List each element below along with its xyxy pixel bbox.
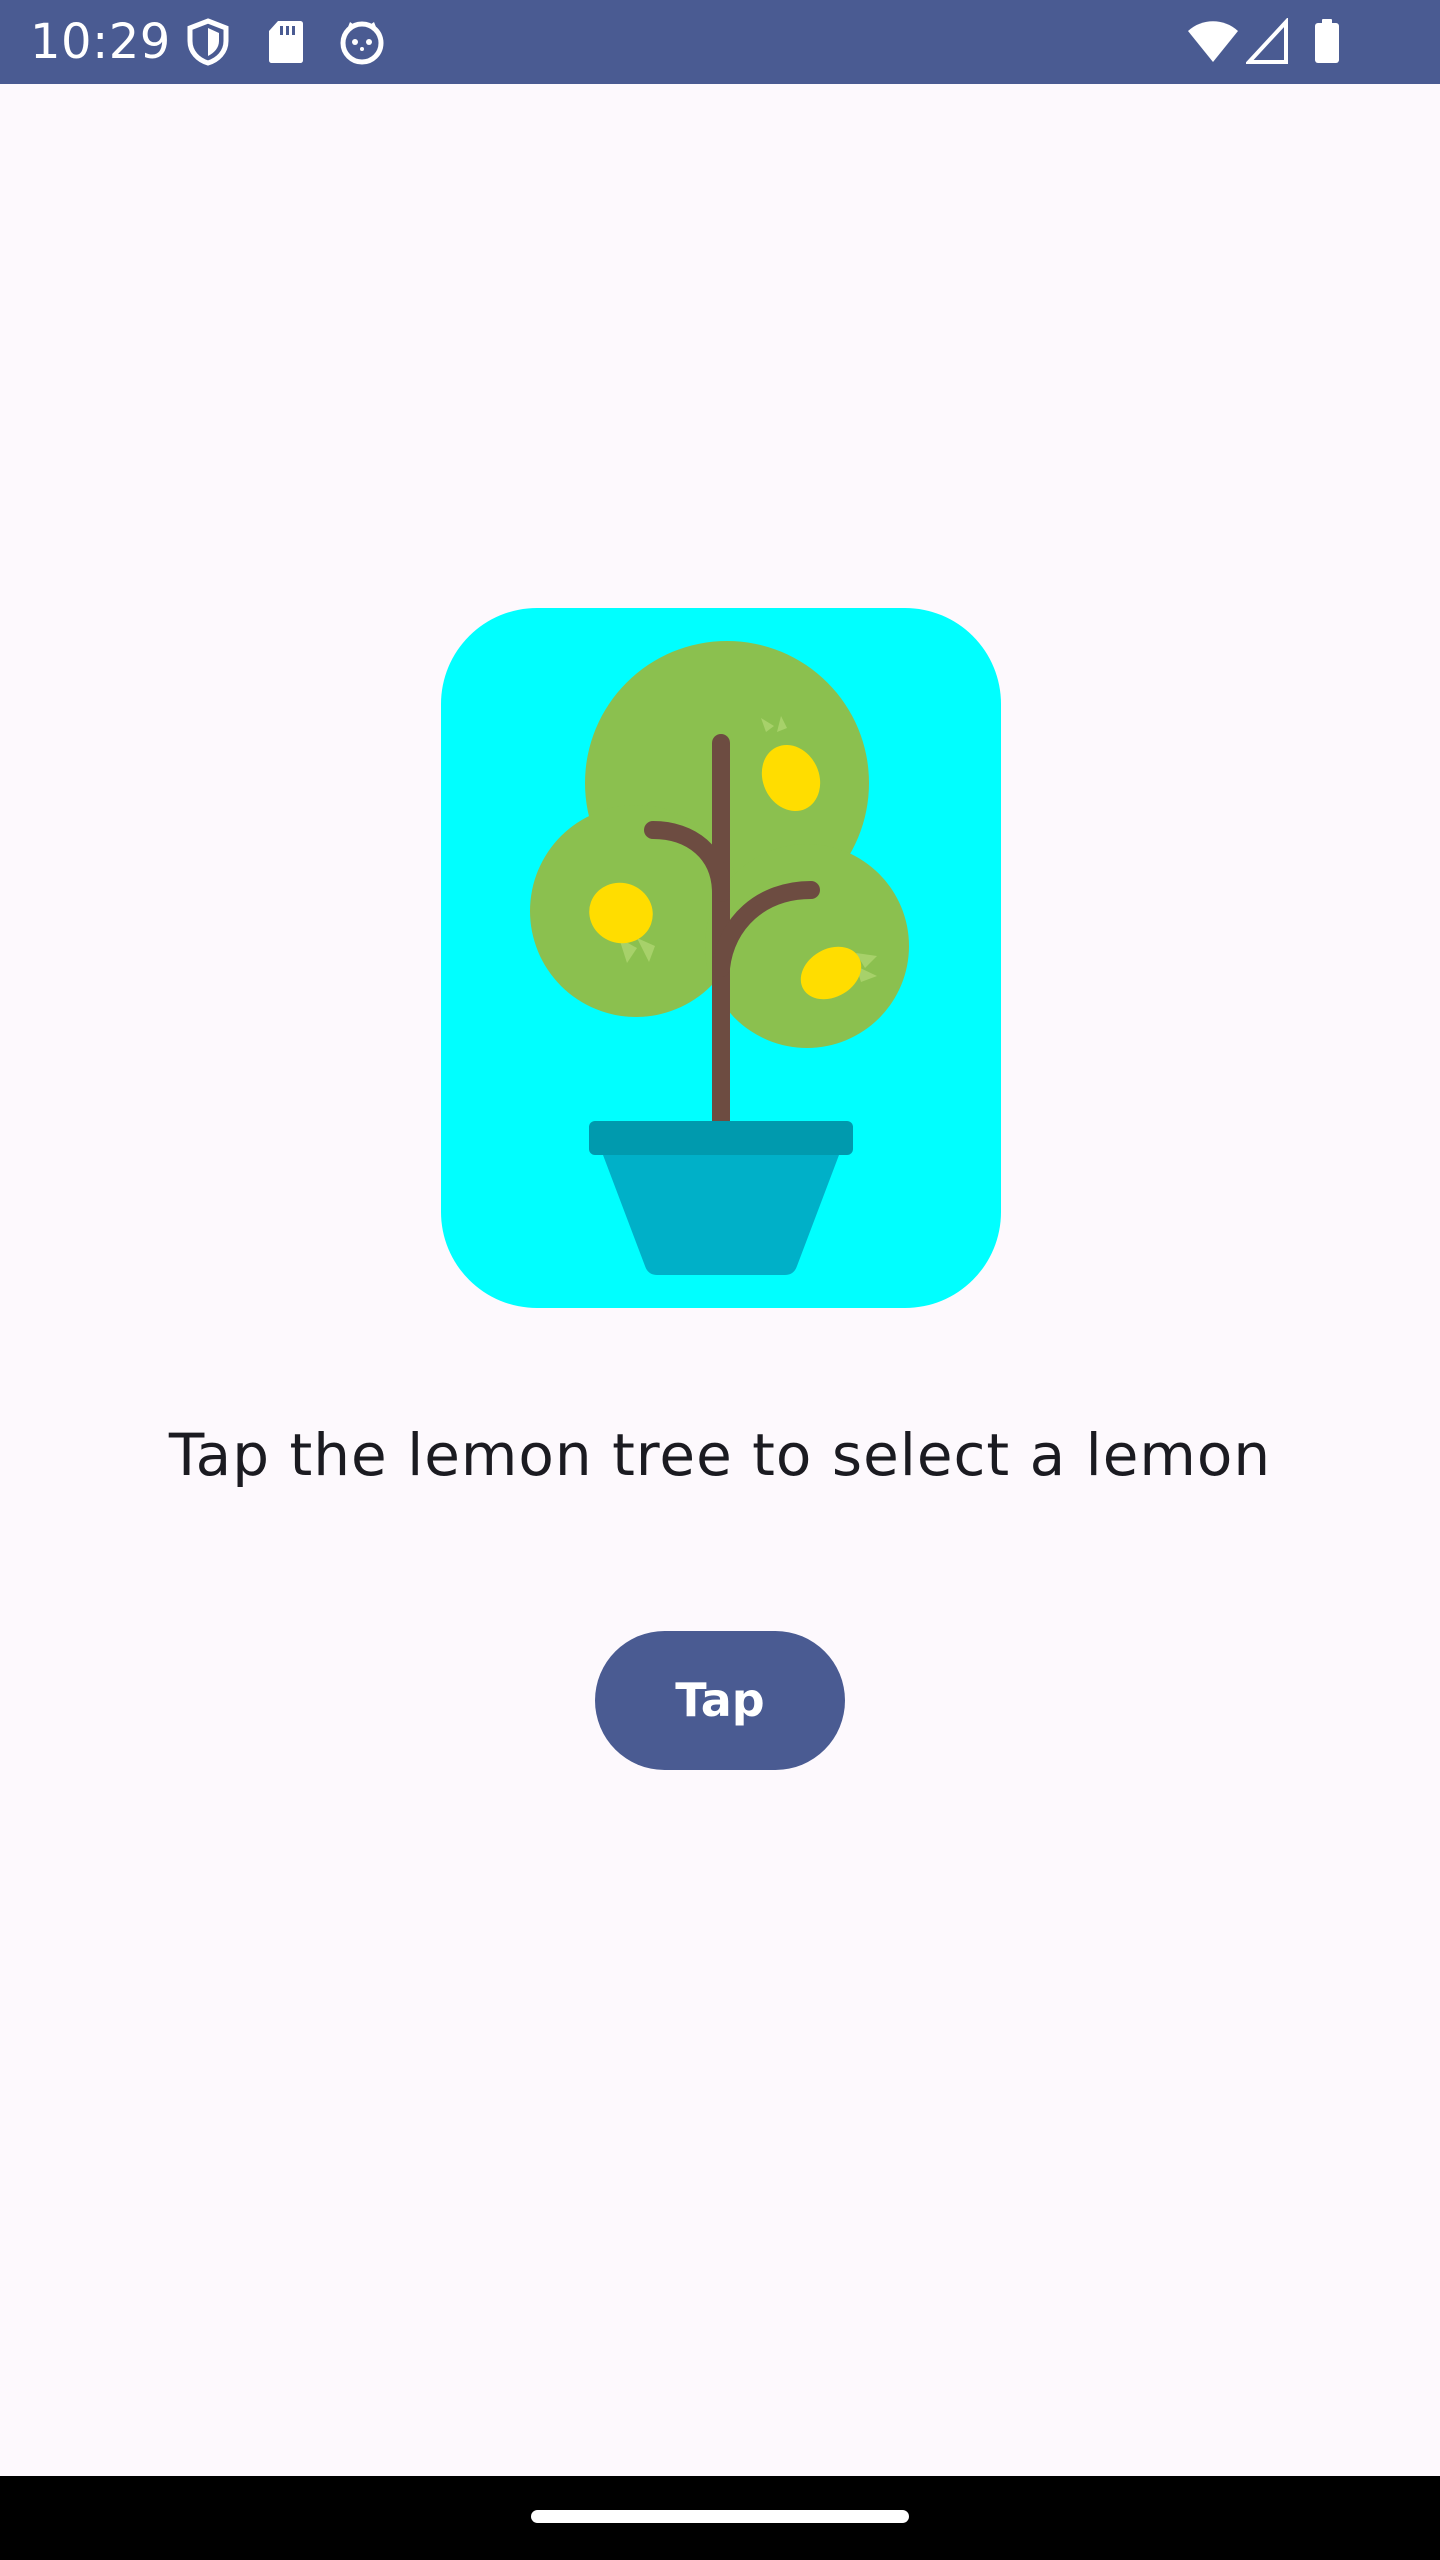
tap-button[interactable]: Tap — [595, 1631, 845, 1770]
shield-icon — [187, 18, 229, 66]
wifi-icon — [1188, 21, 1238, 62]
cat-face-icon — [340, 21, 384, 65]
cell-signal-icon — [1246, 18, 1288, 64]
battery-icon — [1315, 19, 1339, 63]
status-time: 10:29 — [30, 14, 171, 70]
lemon-tree-image-button[interactable] — [441, 608, 1001, 1308]
lemon-tree-icon — [530, 641, 909, 1275]
prompt-text: Tap the lemon tree to select a lemon — [168, 1421, 1272, 1489]
home-gesture-handle[interactable] — [531, 2510, 909, 2523]
status-bar: 10:29 — [0, 0, 1440, 84]
sd-card-icon — [269, 21, 303, 63]
